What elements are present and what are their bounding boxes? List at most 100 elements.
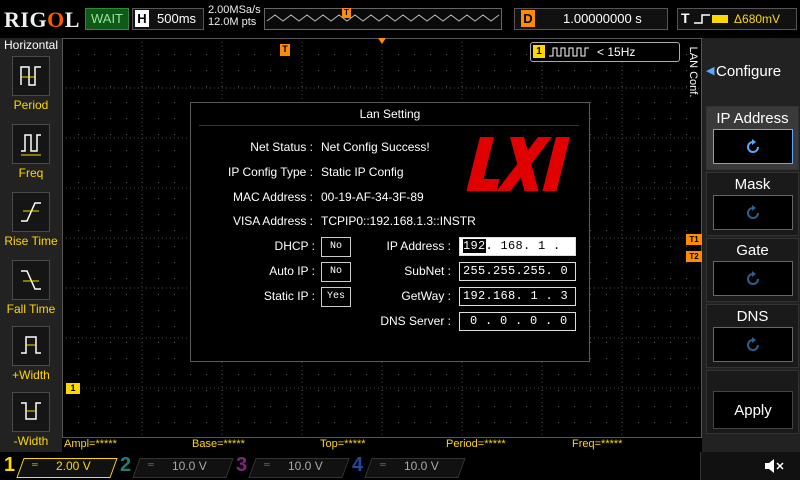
mask-menu[interactable]: Mask	[706, 172, 799, 236]
gateway-field[interactable]: 192.168. 1 . 3	[459, 287, 576, 306]
static-ip-toggle[interactable]: Yes	[321, 287, 351, 307]
frequency-counter: 1 < 15Hz	[530, 42, 680, 62]
measure-fall-time[interactable]: Fall Time	[0, 260, 62, 320]
meas-base: Base=*****	[192, 438, 245, 450]
subnet-label: SubNet :	[404, 264, 451, 278]
ch2-coupling-icon: ═	[148, 460, 154, 469]
dialog-divider	[199, 125, 579, 126]
net-status-value: Net Config Success!	[321, 140, 430, 154]
timebase-box[interactable]: H 500ms	[132, 8, 204, 30]
back-arrow-icon: ◀	[706, 65, 715, 77]
channel-1[interactable]: 1 ═ 2.00 V	[4, 454, 118, 478]
memory-depth: 12.0M pts	[208, 16, 257, 28]
rotate-knob-icon	[747, 271, 759, 285]
subnet-field[interactable]: 255.255.255. 0	[459, 262, 576, 281]
configure-label: Configure	[716, 63, 782, 80]
neg-width-icon	[21, 402, 41, 420]
rise-time-button[interactable]	[12, 192, 50, 232]
channel-3[interactable]: 3 ═ 10.0 V	[236, 454, 350, 478]
measure-rise-time[interactable]: Rise Time	[0, 192, 62, 252]
meas-period: Period=*****	[446, 438, 506, 450]
meas-freq: Freq=*****	[572, 438, 623, 450]
memory-trigger-marker: T	[342, 8, 351, 18]
pos-width-button[interactable]	[12, 326, 50, 366]
fall-time-button[interactable]	[12, 260, 50, 300]
meas-top: Top=*****	[320, 438, 366, 450]
counter-value: < 15Hz	[597, 45, 636, 59]
channel-2[interactable]: 2 ═ 10.0 V	[120, 454, 234, 478]
neg-width-label: -Width	[13, 434, 49, 448]
gateway-label: GetWay :	[401, 289, 451, 303]
gate-menu[interactable]: Gate	[706, 238, 799, 302]
ch1-number: 1	[4, 454, 16, 476]
trigger-level-t1-marker[interactable]: T1	[686, 234, 702, 245]
ch4-number: 4	[352, 454, 364, 476]
trigger-level-t2-marker[interactable]: T2	[686, 251, 702, 262]
pos-width-label: +Width	[12, 368, 50, 382]
measure-freq[interactable]: Freq	[0, 124, 62, 184]
trigger-edge-icon	[694, 14, 728, 24]
visa-address-value: TCPIP0::192.168.1.3::INSTR	[321, 214, 476, 228]
rotate-knob-icon	[747, 139, 759, 153]
sound-button[interactable]	[700, 452, 800, 480]
rise-time-label: Rise Time	[4, 234, 58, 248]
measure-neg-width[interactable]: -Width	[0, 392, 62, 452]
apply-label: Apply	[734, 402, 772, 419]
dns-menu[interactable]: DNS	[706, 304, 799, 368]
period-button[interactable]	[12, 56, 50, 96]
ip-address-label: IP Address :	[386, 239, 451, 253]
ch1-coupling-icon: ═	[32, 460, 38, 469]
ip-config-type-value: Static IP Config	[321, 165, 404, 179]
period-label: Period	[13, 98, 49, 112]
ch4-scale: 10.0 V	[404, 459, 439, 473]
memory-map: T	[264, 8, 502, 30]
delay-box[interactable]: D 1.00000000 s	[514, 8, 668, 30]
mask-knob[interactable]	[713, 195, 793, 230]
apply-menu[interactable]: Apply	[706, 370, 799, 434]
gate-knob[interactable]	[713, 261, 793, 296]
lxi-logo	[466, 137, 571, 191]
lan-conf-tab-label: LAN Conf.	[687, 46, 699, 98]
ch3-number: 3	[236, 454, 248, 476]
channel-4[interactable]: 4 ═ 10.0 V	[352, 454, 466, 478]
fall-time-icon	[21, 270, 41, 290]
ch3-coupling-icon: ═	[264, 460, 270, 469]
rotate-knob-icon	[747, 205, 759, 219]
timebase-value: 500ms	[157, 11, 197, 26]
counter-channel: 1	[533, 45, 545, 58]
freq-label: Freq	[18, 166, 44, 180]
dns-server-field[interactable]: 0 . 0 . 0 . 0	[459, 312, 576, 331]
auto-ip-toggle[interactable]: No	[321, 262, 351, 282]
ip-config-type-label: IP Config Type :	[228, 165, 313, 179]
delay-value: 1.00000000 s	[563, 11, 642, 26]
ch2-number: 2	[120, 454, 132, 476]
dns-server-label: DNS Server :	[380, 314, 451, 328]
ip-address-field[interactable]: 192. 168. 1 . 3	[459, 237, 576, 270]
neg-width-button[interactable]	[12, 392, 50, 432]
rotate-knob-icon	[747, 337, 759, 351]
apply-button[interactable]: Apply	[713, 391, 793, 429]
ch1-offset-marker[interactable]: 1	[66, 383, 80, 394]
fall-time-label: Fall Time	[6, 302, 56, 316]
freq-button[interactable]	[12, 124, 50, 164]
ch1-scale: 2.00 V	[56, 459, 91, 473]
trigger-level: Δ680mV	[734, 12, 781, 26]
trigger-box[interactable]: T Δ680mV	[677, 8, 797, 30]
measure-period[interactable]: Period	[0, 56, 62, 116]
rigol-logo: RIGOL	[4, 7, 80, 32]
configure-back-button[interactable]: ◀ Configure	[706, 42, 796, 102]
period-icon	[20, 66, 41, 86]
static-ip-label: Static IP :	[263, 289, 315, 303]
measurement-bar: Ampl=***** Base=***** Top=***** Period=*…	[62, 438, 702, 452]
freq-icon	[21, 134, 41, 156]
measure-pos-width[interactable]: +Width	[0, 326, 62, 386]
memory-map-waveform	[266, 14, 500, 22]
trigger-position-marker[interactable]: T	[280, 44, 290, 56]
ip-address-knob[interactable]	[713, 129, 793, 164]
dns-knob[interactable]	[713, 327, 793, 362]
dhcp-toggle[interactable]: No	[321, 237, 351, 257]
lan-setting-dialog: Lan Setting Net Status : Net Config Succ…	[190, 102, 590, 362]
ip-address-menu[interactable]: IP Address	[706, 106, 799, 170]
lan-conf-tab: LAN Conf.	[682, 44, 702, 106]
visa-address-label: VISA Address :	[232, 214, 313, 228]
